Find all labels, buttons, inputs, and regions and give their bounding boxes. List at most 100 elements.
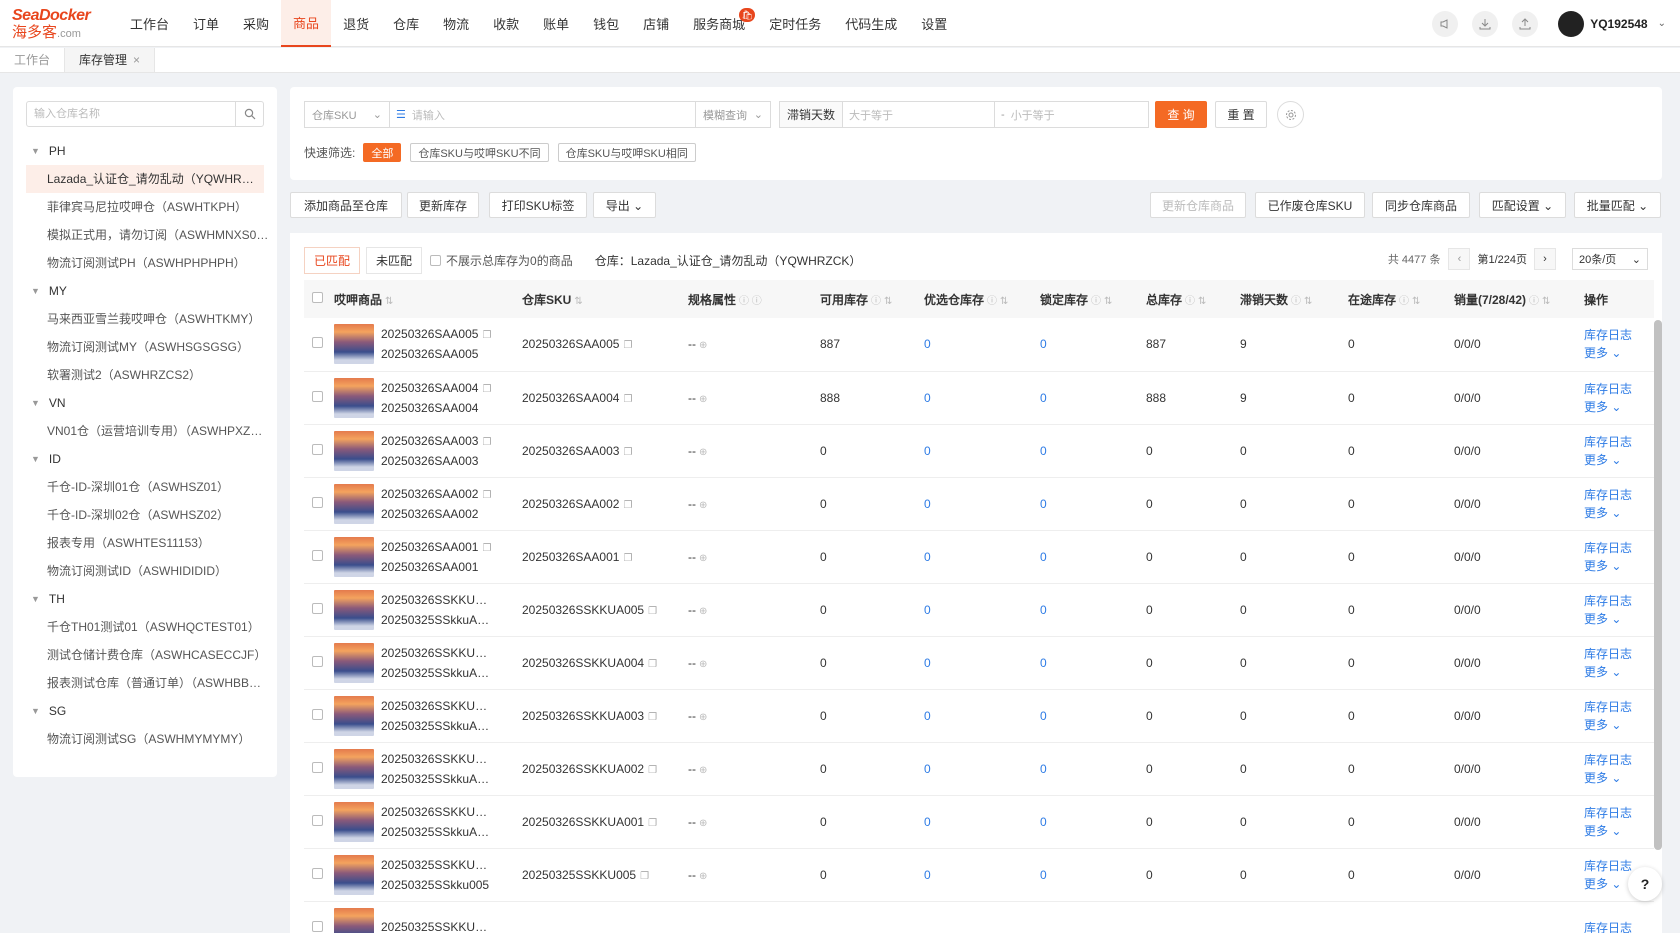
sort-icon[interactable]: ⇅ — [884, 296, 892, 307]
product-thumbnail[interactable] — [334, 536, 374, 577]
table-row[interactable]: 20250326SAA005 ❐ 20250326SAA005 20250326SAA… — [304, 318, 1654, 371]
avatar[interactable] — [1558, 10, 1585, 37]
more-dropdown[interactable]: 更多 ⌄ — [1584, 610, 1654, 628]
stock-log-link[interactable]: 库存日志 — [1584, 751, 1654, 769]
locked-stock-link[interactable]: 0 — [1034, 583, 1140, 636]
discarded-sku-button[interactable]: 已作废仓库SKU — [1255, 192, 1365, 218]
row-checkbox[interactable] — [312, 390, 323, 402]
preferred-stock-link[interactable] — [918, 901, 1034, 933]
nav-item[interactable]: 工作台 — [118, 0, 181, 47]
nav-item[interactable]: 采购 — [231, 0, 281, 47]
copy-icon[interactable]: ❐ — [491, 808, 493, 819]
tree-item-warehouse[interactable]: 千仓-ID-深圳01仓（ASWHSZ01） — [13, 473, 277, 501]
nav-item[interactable]: 钱包 — [581, 0, 631, 47]
nav-item[interactable]: 代码生成 — [833, 0, 909, 47]
copy-icon[interactable]: ❐ — [482, 543, 491, 554]
next-page-icon[interactable]: › — [1534, 248, 1556, 270]
locked-stock-link[interactable]: 0 — [1034, 530, 1140, 583]
row-checkbox[interactable] — [312, 920, 323, 932]
query-button[interactable]: 查 询 — [1155, 101, 1208, 128]
preferred-stock-link[interactable]: 0 — [918, 371, 1034, 424]
locked-stock-link[interactable]: 0 — [1034, 424, 1140, 477]
nav-item[interactable]: 退货 — [331, 0, 381, 47]
nav-item[interactable]: 定时任务 — [757, 0, 833, 47]
sort-icon[interactable]: ⇅ — [574, 296, 582, 307]
caret-down-icon[interactable]: ▼ — [31, 286, 40, 296]
copy-icon[interactable]: ❐ — [640, 871, 649, 882]
row-checkbox[interactable] — [312, 867, 323, 879]
chip-all[interactable]: 全部 — [363, 143, 402, 162]
help-icon[interactable]: ⓘ — [1399, 296, 1409, 307]
col-header-sku[interactable]: 仓库SKU ⇅ — [516, 280, 682, 318]
copy-icon[interactable]: ❐ — [491, 755, 493, 766]
preferred-stock-link[interactable]: 0 — [918, 742, 1034, 795]
product-thumbnail[interactable] — [334, 324, 374, 365]
more-dropdown[interactable]: 更多 ⌄ — [1584, 504, 1654, 522]
update-warehouse-goods-button[interactable]: 更新仓库商品 — [1150, 192, 1246, 218]
tree-item-warehouse[interactable]: 物流订阅测试MY（ASWHSGSGSG） — [13, 333, 277, 361]
locked-stock-link[interactable]: 0 — [1034, 371, 1140, 424]
stock-log-link[interactable]: 库存日志 — [1584, 380, 1654, 398]
row-checkbox[interactable] — [312, 708, 323, 720]
table-row[interactable]: 20250326SSKKU…❐20250325SSkkuA002 20250326… — [304, 742, 1654, 795]
table-row[interactable]: 20250326SSKKU…❐20250325SSkkuA004 20250326… — [304, 636, 1654, 689]
plus-circle-icon[interactable]: ⊕ — [699, 659, 707, 670]
tree-item-warehouse[interactable]: 物流订阅测试PH（ASWHPHPHPH） — [13, 249, 277, 277]
copy-icon[interactable]: ❐ — [482, 384, 491, 395]
sort-icon[interactable]: ⇅ — [1198, 296, 1206, 307]
product-thumbnail[interactable] — [334, 854, 374, 895]
update-stock-button[interactable]: 更新库存 — [407, 192, 479, 218]
export-button[interactable]: 导出 ⌄ — [593, 192, 656, 218]
preferred-stock-link[interactable]: 0 — [918, 636, 1034, 689]
copy-icon[interactable]: ❐ — [623, 394, 632, 405]
sort-icon[interactable]: ⇅ — [1304, 296, 1312, 307]
product-thumbnail[interactable] — [334, 695, 374, 736]
caret-down-icon[interactable]: ▼ — [31, 706, 40, 716]
hide-zero-checkbox[interactable] — [430, 255, 442, 266]
nav-item[interactable]: 仓库 — [381, 0, 431, 47]
add-to-warehouse-button[interactable]: 添加商品至仓库 — [290, 192, 402, 218]
locked-stock-link[interactable]: 0 — [1034, 318, 1140, 371]
col-header-sales[interactable]: 销量(7/28/42) ⓘ ⇅ — [1448, 280, 1578, 318]
help-icon[interactable]: ⓘ — [987, 296, 997, 307]
select-all-checkbox[interactable] — [312, 292, 323, 303]
stock-log-link[interactable]: 库存日志 — [1584, 698, 1654, 716]
table-row[interactable]: 20250326SAA004 ❐ 20250326SAA004 20250326SAA… — [304, 371, 1654, 424]
plus-circle-icon[interactable]: ⊕ — [699, 394, 707, 405]
tab-unmatched[interactable]: 未匹配 — [366, 247, 423, 274]
product-thumbnail[interactable] — [334, 642, 374, 683]
preferred-stock-link[interactable]: 0 — [918, 477, 1034, 530]
help-icon[interactable]: ⓘ — [1091, 296, 1101, 307]
stock-log-link[interactable]: 库存日志 — [1584, 804, 1654, 822]
stock-log-link[interactable]: 库存日志 — [1584, 592, 1654, 610]
sku-type-select[interactable]: 仓库SKU ⌄ — [304, 101, 390, 128]
nav-item[interactable]: 账单 — [531, 0, 581, 47]
tree-item-warehouse[interactable]: 物流订阅测试SG（ASWHMYMYMY） — [13, 725, 277, 753]
tree-item-warehouse[interactable]: 物流订阅测试ID（ASWHIDIDID） — [13, 557, 277, 585]
preferred-stock-link[interactable]: 0 — [918, 424, 1034, 477]
preferred-stock-link[interactable]: 0 — [918, 848, 1034, 901]
help-icon[interactable]: ⓘ — [1185, 296, 1195, 307]
col-header-preferred[interactable]: 优选仓库存 ⓘ ⇅ — [918, 280, 1034, 318]
chip-sku-same[interactable]: 仓库SKU与哎呷SKU相同 — [557, 143, 696, 162]
copy-icon[interactable]: ❐ — [482, 437, 491, 448]
more-dropdown[interactable]: 更多 ⌄ — [1584, 663, 1654, 681]
product-thumbnail[interactable] — [334, 801, 374, 842]
table-row[interactable]: 20250326SSKKU…❐20250325SSkkuA003 20250326… — [304, 689, 1654, 742]
tab-workbench[interactable]: 工作台 — [0, 48, 66, 72]
download-icon[interactable] — [1472, 10, 1499, 37]
help-icon[interactable]: ⓘ ⓘ — [739, 296, 762, 307]
locked-stock-link[interactable]: 0 — [1034, 689, 1140, 742]
more-dropdown[interactable]: 更多 ⌄ — [1584, 822, 1654, 840]
row-checkbox[interactable] — [312, 814, 323, 826]
copy-icon[interactable]: ❐ — [623, 340, 632, 351]
nav-item[interactable]: 商品 — [281, 0, 332, 47]
tree-group[interactable]: ▼ PH — [13, 137, 277, 165]
tree-item-warehouse[interactable]: 模拟正式用，请勿订阅（ASWHMNXS0… — [13, 221, 277, 249]
row-checkbox[interactable] — [312, 602, 323, 614]
logo[interactable]: SeaDocker 海多客.com — [0, 0, 118, 47]
locked-stock-link[interactable] — [1034, 901, 1140, 933]
stale-days-min-input[interactable]: 大于等于 — [843, 101, 996, 128]
caret-down-icon[interactable]: ▼ — [31, 594, 40, 604]
chip-sku-different[interactable]: 仓库SKU与哎呷SKU不同 — [410, 143, 549, 162]
